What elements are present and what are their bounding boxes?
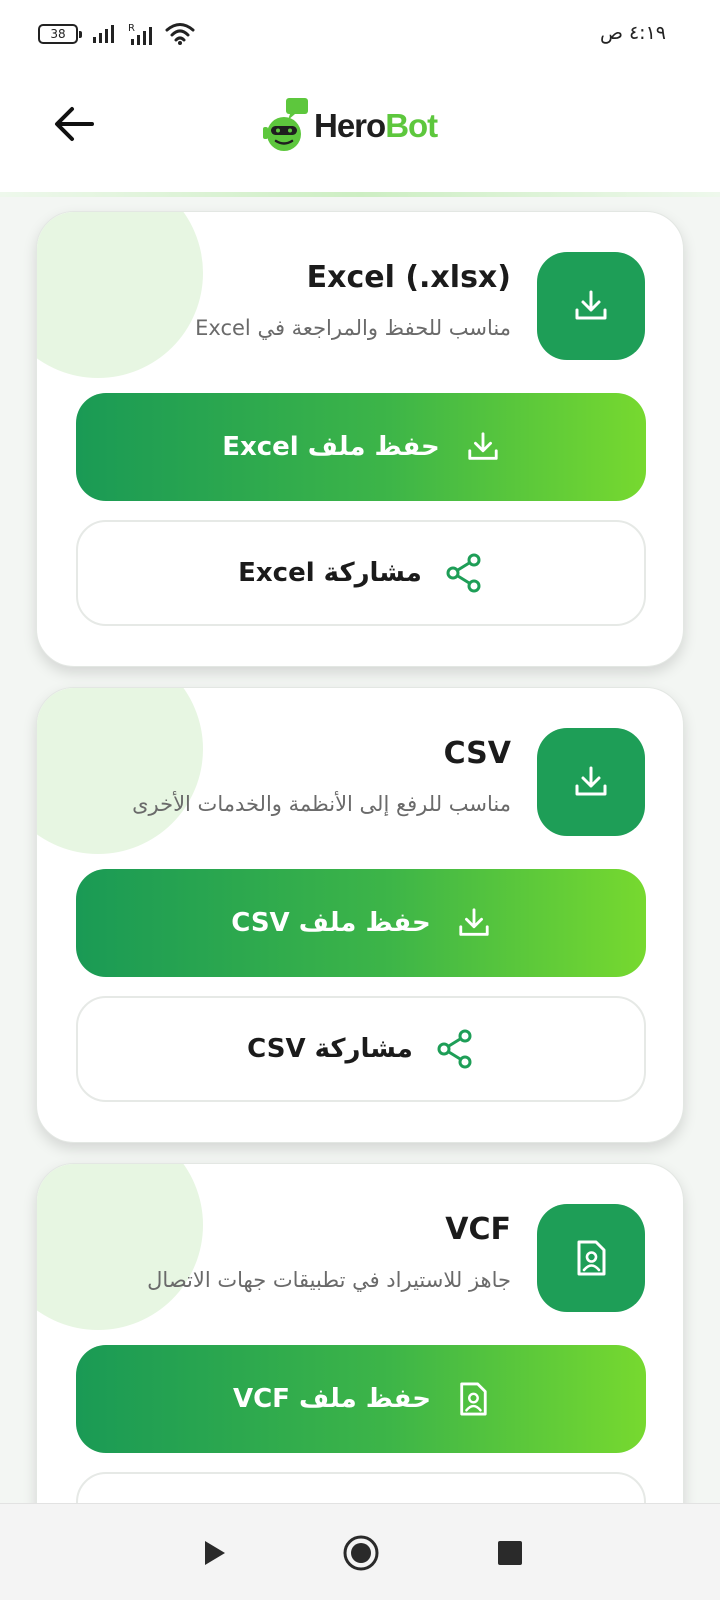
save-button-label: حفظ ملف CSV <box>231 908 431 938</box>
export-options-list[interactable]: Excel (.xlsx) مناسب للحفظ والمراجعة في E… <box>0 197 720 1503</box>
logo-hero: Hero <box>314 107 386 144</box>
system-navigation-bar <box>0 1503 720 1600</box>
logo-text: HeroBot <box>314 107 438 145</box>
contact-file-icon <box>460 1382 487 1416</box>
signal-icon <box>93 25 114 43</box>
nav-recents-button[interactable] <box>489 1532 531 1574</box>
card-decoration <box>37 212 203 378</box>
nav-back-button[interactable] <box>194 1532 236 1574</box>
card-decoration <box>37 1164 203 1330</box>
battery-level: 38 <box>50 27 66 41</box>
nav-home-button[interactable] <box>340 1532 382 1574</box>
contact-file-icon <box>577 1240 606 1276</box>
save-button-label: حفظ ملف Excel <box>222 432 440 462</box>
save-excel-button[interactable]: حفظ ملف Excel <box>76 393 646 501</box>
card-description: مناسب للرفع إلى الأنظمة والخدمات الأخرى <box>132 792 511 816</box>
download-icon <box>575 290 607 320</box>
share-excel-button[interactable]: مشاركة Excel <box>76 520 646 626</box>
card-description: مناسب للحفظ والمراجعة في Excel <box>195 316 511 340</box>
share-icon <box>437 1029 472 1069</box>
share-vcf-button[interactable] <box>76 1472 646 1503</box>
circle-home-icon <box>343 1535 379 1571</box>
card-description: جاهز للاستيراد في تطبيقات جهات الاتصال <box>147 1268 511 1292</box>
battery-icon: 38 <box>38 24 82 44</box>
card-title: Excel (.xlsx) <box>306 260 511 295</box>
export-card-vcf: VCF جاهز للاستيراد في تطبيقات جهات الاتص… <box>36 1163 684 1503</box>
svg-text:R: R <box>128 23 135 34</box>
save-vcf-button[interactable]: حفظ ملف VCF <box>76 1345 646 1453</box>
signal-roaming-icon: R <box>128 23 152 45</box>
share-button-label: مشاركة CSV <box>247 1034 413 1064</box>
download-icon <box>459 908 489 936</box>
download-icon <box>575 766 607 796</box>
card-title: VCF <box>445 1212 511 1247</box>
share-icon <box>446 553 481 593</box>
status-time: ٤:١٩ ص <box>599 22 666 44</box>
card-icon-tile <box>537 1204 645 1312</box>
export-card-csv: CSV مناسب للرفع إلى الأنظمة والخدمات الأ… <box>36 687 684 1143</box>
robot-chat-icon <box>263 98 308 151</box>
wifi-icon <box>165 23 195 45</box>
card-decoration <box>37 688 203 854</box>
export-card-excel: Excel (.xlsx) مناسب للحفظ والمراجعة في E… <box>36 211 684 667</box>
status-bar: 38 R ٤:١٩ ص <box>0 0 720 70</box>
share-csv-button[interactable]: مشاركة CSV <box>76 996 646 1102</box>
card-title: CSV <box>443 736 511 771</box>
save-button-label: حفظ ملف VCF <box>232 1384 432 1414</box>
card-icon-tile <box>537 728 645 836</box>
share-button-label: مشاركة Excel <box>238 558 422 588</box>
save-csv-button[interactable]: حفظ ملف CSV <box>76 869 646 977</box>
back-button[interactable] <box>46 96 102 152</box>
app-logo: HeroBot <box>262 96 438 156</box>
logo-bot: Bot <box>385 107 438 144</box>
download-icon <box>468 432 498 460</box>
square-recents-icon <box>498 1541 522 1565</box>
card-icon-tile <box>537 252 645 360</box>
arrow-left-icon <box>55 107 94 141</box>
triangle-back-icon <box>205 1541 225 1565</box>
